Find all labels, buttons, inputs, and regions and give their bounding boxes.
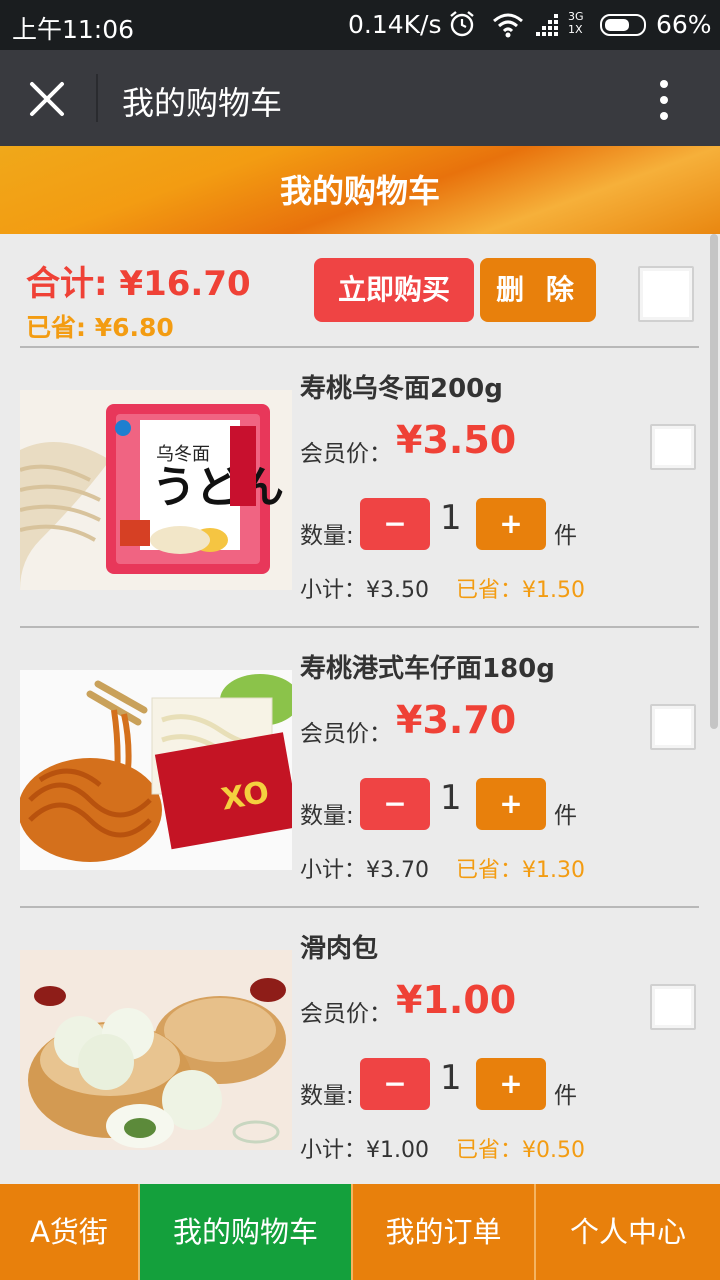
quantity-unit: 件 — [554, 1083, 577, 1109]
quantity-value: 1 — [440, 778, 462, 818]
cart-summary: 合计: ¥16.70 已省: ¥6.80 立即购买 删 除 — [0, 234, 720, 348]
quantity-value: 1 — [440, 1058, 462, 1098]
quantity-label: 数量: — [300, 523, 354, 549]
status-time: 上午11:06 — [12, 15, 135, 44]
member-price: ¥3.50 — [396, 418, 517, 462]
app-bar-title: 我的购物车 — [122, 84, 283, 122]
wonton-noodle-image: XO — [20, 670, 292, 870]
product-image[interactable]: XO — [20, 670, 292, 870]
cart-item: 滑肉包 会员价： ¥1.00 数量: − 1 + 件 小计：¥1.00 已省：¥… — [0, 908, 720, 1184]
battery-percent: 66% — [656, 10, 712, 39]
svg-text:うどん: うどん — [152, 462, 284, 513]
app-bar-divider — [96, 74, 98, 122]
status-bar: 上午11:06 0.14K/s 3G 1X 66% — [0, 0, 720, 50]
select-all-checkbox[interactable] — [638, 266, 694, 322]
decrease-quantity-button[interactable]: − — [360, 778, 430, 830]
delete-button[interactable]: 删 除 — [480, 258, 596, 322]
member-price-label: 会员价： — [300, 721, 392, 747]
signal-icon — [536, 14, 558, 36]
network-speed: 0.14K/s — [348, 10, 442, 39]
tab-my-cart[interactable]: 我的购物车 — [140, 1184, 353, 1280]
quantity-label: 数量: — [300, 1083, 354, 1109]
decrease-quantity-button[interactable]: − — [360, 498, 430, 550]
product-image[interactable]: 乌冬面 うどん — [20, 390, 292, 590]
increase-quantity-button[interactable]: + — [476, 778, 546, 830]
app-bar: 我的购物车 — [0, 50, 720, 146]
tab-my-orders[interactable]: 我的订单 — [353, 1184, 536, 1280]
cart-content[interactable]: 合计: ¥16.70 已省: ¥6.80 立即购买 删 除 乌冬面 うどん 寿桃… — [0, 234, 720, 1184]
banner-title: 我的购物车 — [279, 172, 440, 210]
item-subtotal: 小计：¥3.50 — [300, 578, 429, 603]
network-type-label: 3G 1X — [568, 10, 584, 36]
cart-item: XO 寿桃港式车仔面180g 会员价： ¥3.70 数量: − 1 + 件 小计… — [0, 628, 720, 908]
cart-saved: 已省: ¥6.80 — [26, 313, 174, 342]
increase-quantity-button[interactable]: + — [476, 1058, 546, 1110]
member-price-label: 会员价： — [300, 1001, 392, 1027]
quantity-value: 1 — [440, 498, 462, 538]
wifi-icon — [493, 13, 523, 38]
member-price: ¥3.70 — [396, 698, 517, 742]
quantity-unit: 件 — [554, 803, 577, 829]
item-checkbox[interactable] — [650, 424, 696, 470]
product-name[interactable]: 寿桃港式车仔面180g — [300, 648, 555, 685]
product-name[interactable]: 寿桃乌冬面200g — [300, 368, 503, 405]
member-price-label: 会员价： — [300, 441, 392, 467]
item-checkbox[interactable] — [650, 984, 696, 1030]
item-saved: 已省：¥0.50 — [456, 1138, 585, 1163]
udon-noodle-image: 乌冬面 うどん — [20, 390, 292, 590]
alarm-icon — [450, 11, 474, 37]
item-subtotal: 小计：¥1.00 — [300, 1138, 429, 1163]
bottom-nav: A货街 我的购物车 我的订单 个人中心 — [0, 1184, 720, 1280]
item-saved: 已省：¥1.50 — [456, 578, 585, 603]
member-price: ¥1.00 — [396, 978, 517, 1022]
quantity-unit: 件 — [554, 523, 577, 549]
buy-now-button[interactable]: 立即购买 — [314, 258, 474, 322]
close-icon[interactable] — [28, 80, 66, 118]
increase-quantity-button[interactable]: + — [476, 498, 546, 550]
battery-icon — [600, 14, 646, 36]
more-vertical-icon[interactable] — [650, 78, 678, 122]
product-name[interactable]: 滑肉包 — [300, 928, 378, 965]
cart-total: 合计: ¥16.70 — [26, 264, 251, 304]
item-saved: 已省：¥1.30 — [456, 858, 585, 883]
steamed-bun-image — [20, 950, 292, 1150]
page-banner: 我的购物车 — [0, 146, 720, 234]
product-image[interactable] — [20, 950, 292, 1150]
quantity-label: 数量: — [300, 803, 354, 829]
tab-a-goods-street[interactable]: A货街 — [0, 1184, 140, 1280]
item-checkbox[interactable] — [650, 704, 696, 750]
item-subtotal: 小计：¥3.70 — [300, 858, 429, 883]
cart-item: 乌冬面 うどん 寿桃乌冬面200g 会员价： ¥3.50 数量: − 1 + 件… — [0, 348, 720, 628]
decrease-quantity-button[interactable]: − — [360, 1058, 430, 1110]
tab-personal-center[interactable]: 个人中心 — [536, 1184, 720, 1280]
